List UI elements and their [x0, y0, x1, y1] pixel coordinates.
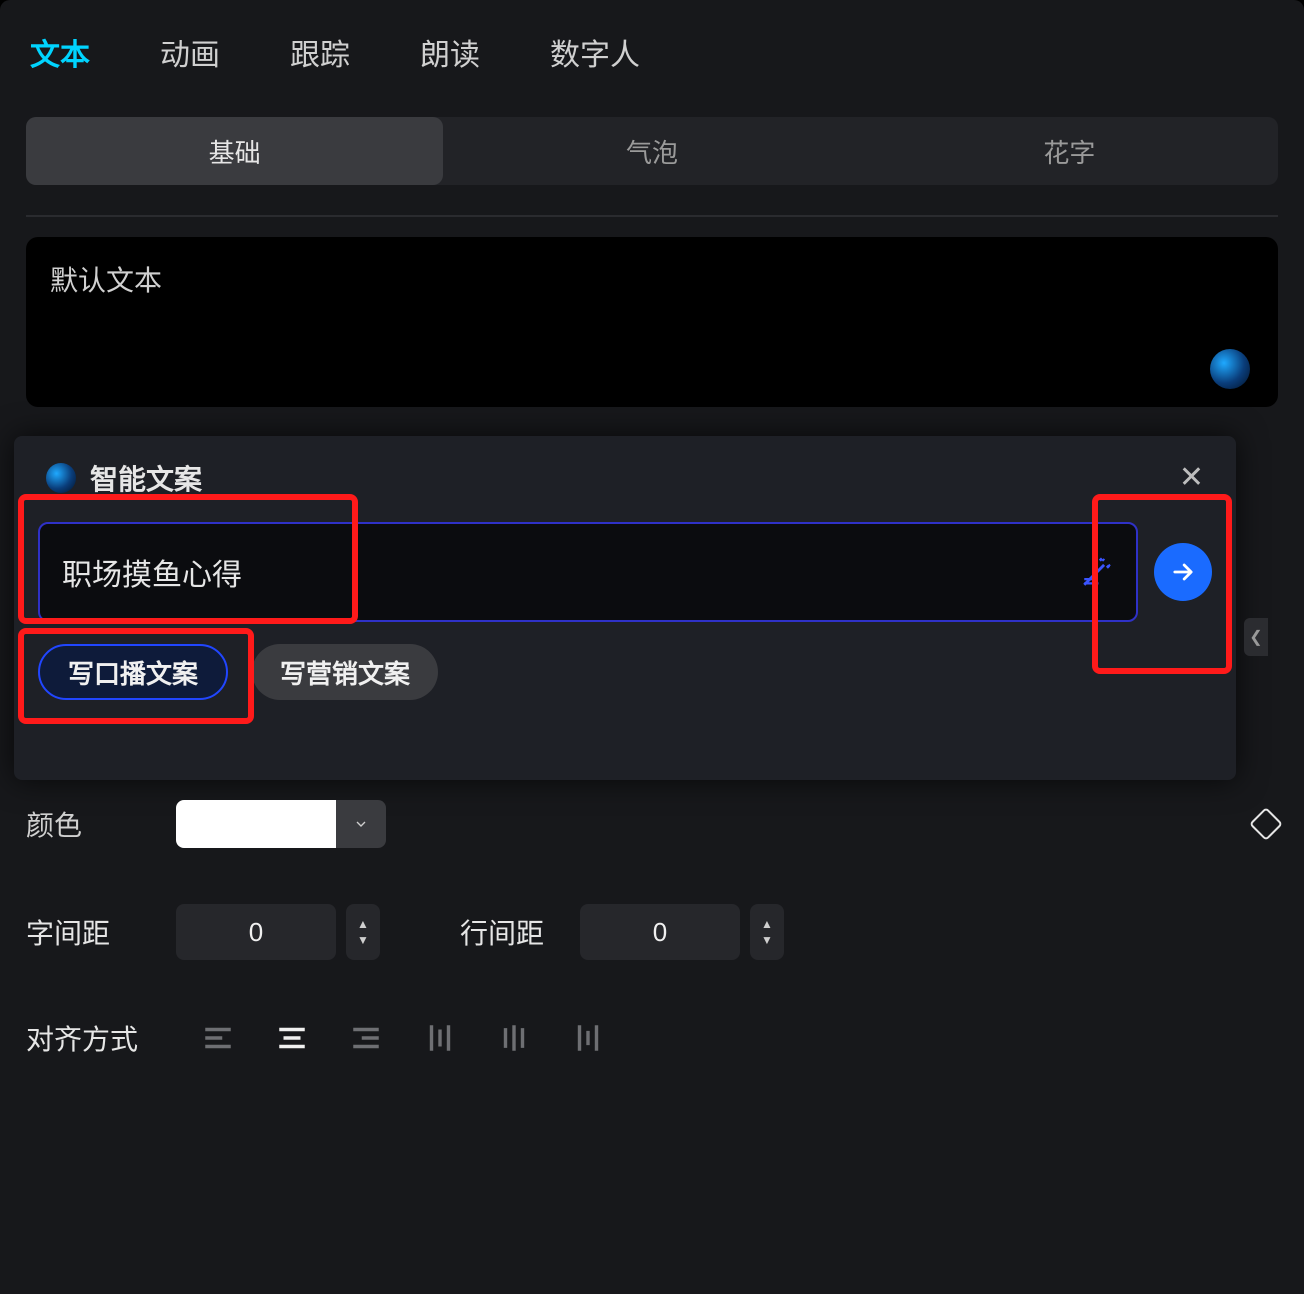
keyframe-diamond-icon[interactable] — [1249, 807, 1283, 841]
tab-read[interactable]: 朗读 — [420, 30, 480, 74]
tab-tracking[interactable]: 跟踪 — [290, 30, 350, 74]
ai-orb-icon[interactable] — [1210, 349, 1250, 389]
smart-copy-popup: 智能文案 ✕ 写口播文案 写营销文案 — [14, 436, 1236, 780]
chip-row: 写口播文案 写营销文案 — [38, 644, 1212, 700]
tab-animation[interactable]: 动画 — [160, 30, 220, 74]
color-swatch[interactable] — [176, 800, 336, 848]
align-label: 对齐方式 — [26, 1018, 176, 1058]
tab-text[interactable]: 文本 — [30, 30, 90, 74]
align-center-button[interactable] — [270, 1016, 314, 1060]
submit-button[interactable] — [1154, 543, 1212, 601]
letter-spacing-stepper[interactable]: ▲▼ — [346, 904, 380, 960]
align-right-icon — [349, 1021, 383, 1055]
align-left-button[interactable] — [196, 1016, 240, 1060]
text-panel: 文本 动画 跟踪 朗读 数字人 基础 气泡 花字 默认文本 智能文案 ✕ — [0, 0, 1304, 1294]
text-placeholder: 默认文本 — [50, 265, 162, 296]
vertical-align-right-icon — [571, 1021, 605, 1055]
subtab-fancy[interactable]: 花字 — [861, 117, 1278, 185]
spacing-row: 字间距 0 ▲▼ 行间距 0 ▲▼ — [26, 904, 1278, 960]
subtab-bubble[interactable]: 气泡 — [443, 117, 860, 185]
smart-input-box — [38, 522, 1138, 622]
magic-wand-icon[interactable] — [1080, 555, 1114, 589]
vertical-align-center-icon — [497, 1021, 531, 1055]
ai-orb-icon — [46, 463, 76, 493]
chip-voiceover[interactable]: 写口播文案 — [38, 644, 228, 700]
top-tabs: 文本 动画 跟踪 朗读 数字人 — [0, 0, 1304, 99]
chip-marketing[interactable]: 写营销文案 — [252, 644, 438, 700]
collapse-handle-icon[interactable]: ❮ — [1244, 618, 1268, 656]
subtab-basic[interactable]: 基础 — [26, 117, 443, 185]
smart-input-row — [38, 522, 1212, 622]
align-buttons — [196, 1016, 610, 1060]
color-label: 颜色 — [26, 804, 176, 844]
letter-spacing-label: 字间距 — [26, 912, 176, 952]
divider — [26, 215, 1278, 217]
subtabs: 基础 气泡 花字 — [26, 117, 1278, 185]
close-icon[interactable]: ✕ — [1179, 463, 1204, 493]
vertical-align-left-icon — [423, 1021, 457, 1055]
vertical-align-right-button[interactable] — [566, 1016, 610, 1060]
vertical-align-left-button[interactable] — [418, 1016, 462, 1060]
tab-digital-human[interactable]: 数字人 — [550, 30, 640, 74]
line-spacing-value[interactable]: 0 — [580, 904, 740, 960]
lower-controls: 颜色 字间距 0 ▲▼ 行间距 0 ▲▼ 对齐方式 — [26, 800, 1278, 1060]
line-spacing-stepper[interactable]: ▲▼ — [750, 904, 784, 960]
vertical-align-center-button[interactable] — [492, 1016, 536, 1060]
line-spacing-label: 行间距 — [460, 912, 580, 952]
chevron-down-icon — [353, 816, 369, 832]
color-dropdown[interactable] — [336, 800, 386, 848]
align-center-icon — [275, 1021, 309, 1055]
align-row: 对齐方式 — [26, 1016, 1278, 1060]
smart-title: 智能文案 — [90, 458, 202, 498]
letter-spacing-value[interactable]: 0 — [176, 904, 336, 960]
text-content-area[interactable]: 默认文本 — [26, 237, 1278, 407]
arrow-right-icon — [1169, 558, 1197, 586]
align-left-icon — [201, 1021, 235, 1055]
align-right-button[interactable] — [344, 1016, 388, 1060]
smart-input[interactable] — [62, 555, 1068, 589]
color-row: 颜色 — [26, 800, 1278, 848]
smart-header: 智能文案 ✕ — [38, 458, 1212, 516]
